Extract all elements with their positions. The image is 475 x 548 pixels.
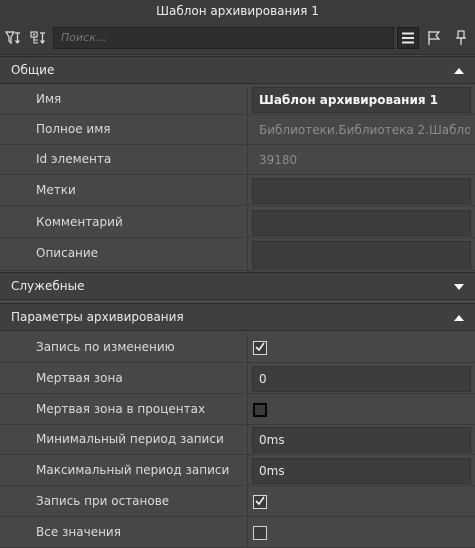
property-label: Все значения	[36, 525, 121, 539]
property-row-min-period: Минимальный период записи 0ms	[0, 425, 475, 455]
section-general-header[interactable]: Общие	[0, 56, 475, 84]
name-field[interactable]: Шаблон архивирования 1	[252, 87, 471, 113]
filter-icon[interactable]	[2, 27, 24, 49]
max-period-field[interactable]: 0ms	[252, 458, 471, 484]
checkmark-icon	[255, 496, 265, 506]
deadband-field[interactable]: 0	[252, 366, 471, 392]
property-row-deadband: Мертвая зона 0	[0, 364, 475, 394]
property-label: Запись при останове	[36, 494, 170, 508]
list-view-icon[interactable]	[397, 27, 419, 49]
property-label: Запись по изменению	[36, 340, 175, 354]
full-name-value: Библиотеки.Библиотека 2.Шаблоны а	[259, 123, 471, 137]
property-label: Комментарий	[36, 215, 123, 229]
property-label: Максимальный период записи	[36, 463, 230, 477]
section-label: Параметры архивирования	[11, 310, 184, 324]
window-title: Шаблон архивирования 1	[0, 0, 475, 24]
checkmark-icon	[255, 342, 265, 352]
property-label: Мертвая зона в процентах	[36, 402, 206, 416]
pin-icon[interactable]	[450, 27, 472, 49]
property-row-element-id: Id элемента 39180	[0, 145, 475, 175]
all-values-checkbox[interactable]	[253, 526, 267, 540]
section-label: Служебные	[11, 279, 85, 293]
property-row-full-name: Полное имя Библиотеки.Библиотека 2.Шабло…	[0, 115, 475, 145]
tags-field[interactable]	[252, 178, 471, 204]
element-id-value: 39180	[259, 153, 298, 167]
flag-icon[interactable]	[423, 27, 445, 49]
property-label: Описание	[36, 246, 99, 260]
property-label: Мертвая зона	[36, 371, 123, 385]
property-row-name: Имя Шаблон архивирования 1	[0, 85, 475, 115]
deadband-percent-checkbox[interactable]	[253, 403, 267, 417]
property-row-max-period: Максимальный период записи 0ms	[0, 456, 475, 486]
expand-arrow-icon	[454, 284, 464, 290]
section-label: Общие	[11, 63, 55, 77]
tree-expand-icon[interactable]	[27, 27, 49, 49]
property-row-description: Описание	[0, 239, 475, 271]
collapse-arrow-icon	[454, 315, 464, 321]
toolbar: Поиск...	[0, 24, 475, 55]
property-row-all-values: Все значения	[0, 518, 475, 548]
property-row-record-on-stop: Запись при останове	[0, 487, 475, 517]
collapse-arrow-icon	[454, 68, 464, 74]
property-label: Полное имя	[36, 122, 111, 136]
section-archive-header[interactable]: Параметры архивирования	[0, 303, 475, 331]
comment-field[interactable]	[252, 210, 471, 236]
record-on-change-checkbox[interactable]	[253, 341, 267, 355]
search-input[interactable]: Поиск...	[53, 27, 394, 49]
property-label: Id элемента	[36, 152, 112, 166]
property-label: Имя	[36, 92, 62, 106]
property-label: Метки	[36, 183, 76, 197]
property-label: Минимальный период записи	[36, 432, 224, 446]
record-on-stop-checkbox[interactable]	[253, 495, 267, 509]
property-row-tags: Метки	[0, 176, 475, 206]
min-period-field[interactable]: 0ms	[252, 427, 471, 453]
description-field[interactable]	[252, 241, 471, 269]
section-service-header[interactable]: Служебные	[0, 272, 475, 300]
property-row-comment: Комментарий	[0, 208, 475, 238]
property-row-deadband-percent: Мертвая зона в процентах	[0, 395, 475, 425]
property-row-record-on-change: Запись по изменению	[0, 333, 475, 363]
